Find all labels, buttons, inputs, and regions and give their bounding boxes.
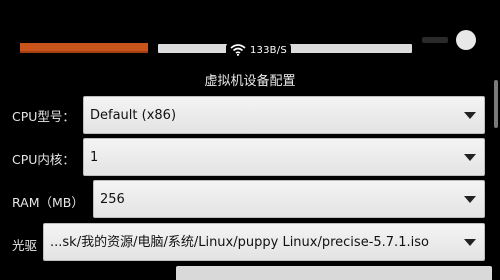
ram-label: RAM（MB）	[12, 195, 84, 210]
cpu-cores-label: CPU内核：	[12, 152, 75, 167]
cpu-cores-value: 1	[90, 150, 99, 165]
network-speed-text: 133B/S	[250, 44, 287, 56]
cpu-type-value: Default (x86)	[90, 108, 177, 123]
top-faint-indicator	[422, 37, 448, 43]
cdrom-value: ...sk/我的资源/电脑/系统/Linux/puppy Linux/preci…	[50, 235, 429, 250]
chevron-down-icon	[464, 112, 476, 119]
cdrom-label: 光驱	[12, 238, 38, 253]
cpu-cores-select[interactable]: 1	[83, 138, 485, 176]
ram-value: 256	[100, 192, 125, 207]
ram-select[interactable]: 256	[93, 180, 485, 218]
progress-bar-orange	[20, 43, 148, 53]
network-speed-indicator: 133B/S	[226, 43, 291, 57]
cpu-type-select[interactable]: Default (x86)	[83, 96, 485, 134]
cdrom-select[interactable]: ...sk/我的资源/电脑/系统/Linux/puppy Linux/preci…	[43, 223, 485, 261]
cpu-type-label: CPU型号：	[12, 109, 75, 124]
dialog-title: 虚拟机设备配置	[204, 74, 296, 89]
wifi-icon	[230, 44, 246, 56]
vm-config-screen: 133B/S 虚拟机设备配置 CPU型号： Default (x86) CPU内…	[0, 0, 500, 280]
next-control-partial[interactable]	[176, 266, 492, 280]
chevron-down-icon	[464, 154, 476, 161]
scrollbar[interactable]	[494, 80, 498, 128]
chevron-down-icon	[464, 239, 476, 246]
chevron-down-icon	[464, 196, 476, 203]
slider-knob[interactable]	[456, 30, 476, 50]
